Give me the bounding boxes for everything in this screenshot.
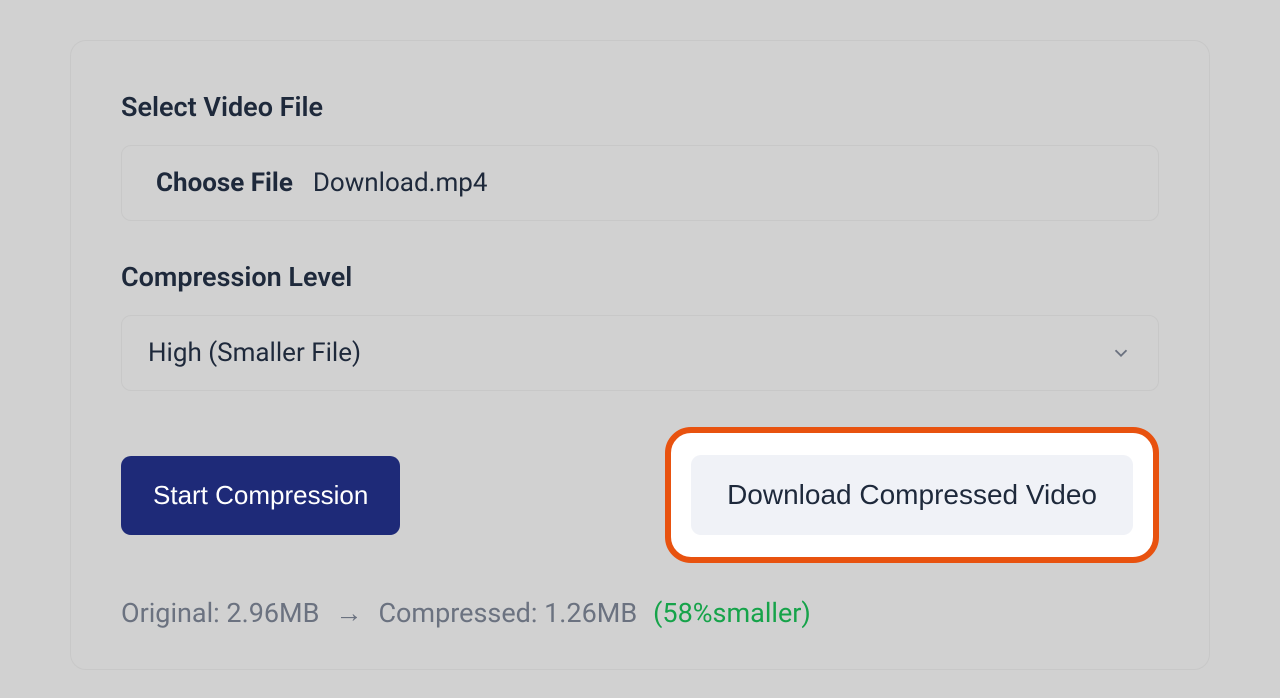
compression-stats: Original: 2.96MB → Compressed: 1.26MB (5… [121,597,1159,629]
compression-level-select[interactable]: High (Smaller File) [121,315,1159,391]
file-input[interactable]: Choose File Download.mp4 [121,145,1159,221]
compression-level-value: High (Smaller File) [148,338,361,368]
compressed-size: Compressed: 1.26MB [378,597,637,629]
arrow-icon: → [335,597,362,629]
original-size: Original: 2.96MB [121,597,319,629]
download-compressed-button[interactable]: Download Compressed Video [691,455,1133,535]
compression-card: Select Video File Choose File Download.m… [70,40,1210,670]
button-row: Start Compression Download Compressed Vi… [121,427,1159,563]
compression-level-label: Compression Level [121,261,1159,293]
reduction-percent: (58%smaller) [653,597,811,629]
compression-level-select-wrapper: High (Smaller File) [121,315,1159,391]
select-file-label: Select Video File [121,91,1159,123]
download-highlight: Download Compressed Video [665,427,1159,563]
selected-filename: Download.mp4 [313,168,488,198]
choose-file-button[interactable]: Choose File [156,168,293,198]
start-compression-button[interactable]: Start Compression [121,456,400,535]
chevron-down-icon [1110,342,1132,364]
